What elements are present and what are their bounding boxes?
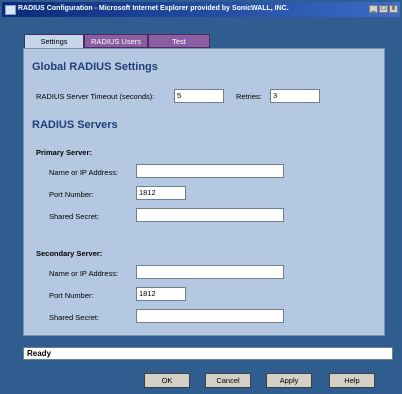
minimize-button[interactable]: _ — [369, 5, 378, 13]
primary-secret-input[interactable] — [136, 208, 284, 222]
ok-button[interactable]: OK — [144, 373, 190, 388]
apply-button[interactable]: Apply — [266, 373, 312, 388]
tab-settings[interactable]: Settings — [24, 34, 84, 49]
secondary-port-label: Port Number: — [49, 291, 94, 300]
radius-servers-heading: RADIUS Servers — [32, 119, 118, 131]
window-title: RADIUS Configuration - Microsoft Interne… — [18, 5, 289, 12]
global-radius-settings-heading: Global RADIUS Settings — [32, 61, 158, 73]
primary-secret-label: Shared Secret: — [49, 212, 100, 221]
timeout-label: RADIUS Server Timeout (seconds): — [36, 92, 155, 101]
radius-config-window: RADIUS Configuration - Microsoft Interne… — [0, 0, 402, 394]
secondary-name-label: Name or IP Address: — [49, 269, 119, 278]
tab-radius-users[interactable]: RADIUS Users — [84, 34, 148, 48]
primary-port-input[interactable]: 1812 — [136, 186, 186, 200]
cancel-button[interactable]: Cancel — [205, 373, 251, 388]
tab-test[interactable]: Test — [148, 34, 210, 48]
retries-input[interactable]: 3 — [270, 89, 320, 103]
settings-panel: Global RADIUS Settings RADIUS Server Tim… — [23, 48, 385, 336]
ie-window-icon — [5, 5, 16, 15]
title-bar[interactable]: RADIUS Configuration - Microsoft Interne… — [2, 2, 400, 17]
secondary-secret-input[interactable] — [136, 309, 284, 323]
status-bar: Ready — [23, 347, 393, 360]
primary-name-input[interactable] — [136, 164, 284, 178]
secondary-server-heading: Secondary Server: — [36, 249, 103, 258]
secondary-name-input[interactable] — [136, 265, 284, 279]
secondary-secret-label: Shared Secret: — [49, 313, 100, 322]
primary-name-label: Name or IP Address: — [49, 168, 119, 177]
secondary-port-input[interactable]: 1812 — [136, 287, 186, 301]
primary-port-label: Port Number: — [49, 190, 94, 199]
close-button[interactable]: x — [389, 5, 398, 13]
retries-label: Retries: — [236, 92, 262, 101]
timeout-input[interactable]: 5 — [174, 89, 224, 103]
primary-server-heading: Primary Server: — [36, 148, 92, 157]
help-button[interactable]: Help — [329, 373, 375, 388]
maximize-button[interactable]: □ — [379, 5, 388, 13]
